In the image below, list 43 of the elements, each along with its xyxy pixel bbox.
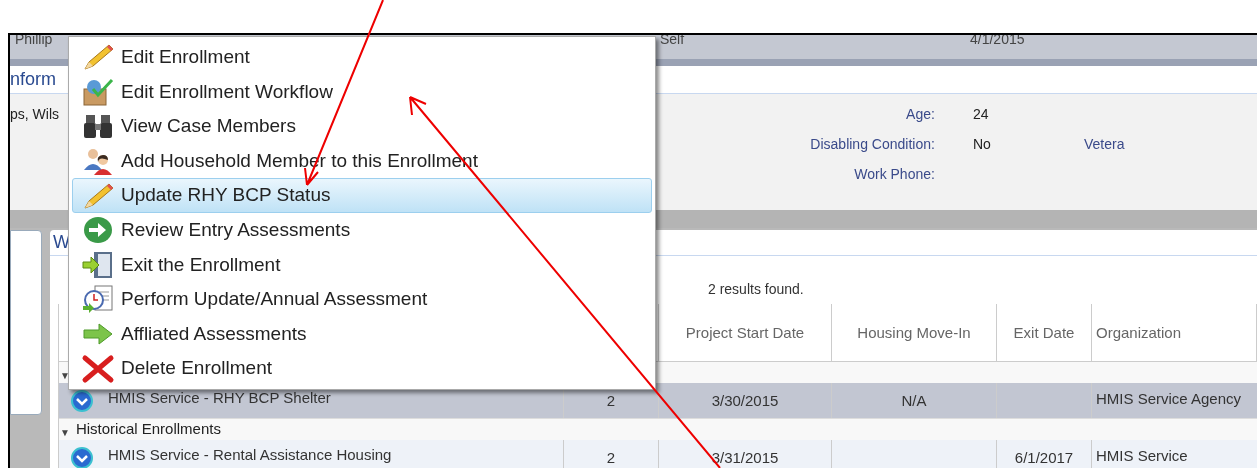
door-exit-icon — [81, 249, 115, 280]
arrow-circle-icon — [81, 215, 115, 246]
menu-item[interactable]: Perform Update/Annual Assessment — [72, 282, 652, 317]
field-value: No — [972, 134, 992, 154]
column-header[interactable]: Exit Date — [997, 304, 1092, 361]
expand-row-icon[interactable] — [69, 445, 94, 468]
clock-document-icon — [81, 284, 115, 315]
table-cell: 6/1/2017 — [997, 440, 1092, 468]
delete-icon — [81, 353, 115, 384]
menu-item[interactable]: Edit Enrollment — [72, 40, 652, 75]
table-cell-text: HMIS Service Agency — [1095, 389, 1243, 409]
table-row[interactable]: HMIS Service - Rental Assistance Housing 2 3/31/2015 6/1/2017 HMIS Service — [59, 440, 1257, 468]
field-label: Work Phone: — [853, 164, 935, 184]
column-header[interactable]: Project Start Date — [659, 304, 832, 361]
table-cell: 3/30/2015 — [659, 383, 832, 418]
box-check-icon — [81, 76, 115, 107]
field-label: Age: — [905, 104, 935, 124]
expand-row-icon[interactable] — [69, 388, 94, 413]
field-value: 24 — [972, 104, 990, 124]
client-name: ps, Wils — [10, 106, 59, 122]
collapse-triangle-icon[interactable]: ▼ — [60, 425, 70, 440]
table-cell-text: HMIS Service — [1095, 446, 1189, 466]
column-header[interactable]: Housing Move-In — [832, 304, 997, 361]
menu-item[interactable]: Update RHY BCP Status — [72, 178, 652, 213]
table-cell: 2 — [564, 440, 659, 468]
collapse-triangle-icon[interactable]: ▼ — [60, 368, 70, 383]
panel-title: nform — [10, 68, 56, 91]
results-count: 2 results found. — [708, 280, 804, 299]
field-label: Disabling Condition: — [809, 134, 935, 154]
group-label: Historical Enrollments — [75, 418, 221, 439]
menu-item[interactable]: Affliated Assessments — [72, 316, 652, 352]
column-header[interactable]: Organization — [1092, 304, 1257, 361]
menu-item[interactable]: View Case Members — [72, 109, 652, 144]
table-cell: 3/31/2015 — [659, 440, 832, 468]
table-cell: HMIS Service - Rental Assistance Housing — [104, 440, 564, 468]
field-label: Vetera — [1084, 135, 1125, 154]
table-cell: N/A — [832, 383, 997, 418]
people-icon — [81, 146, 115, 177]
menu-item[interactable]: Exit the Enrollment — [72, 247, 652, 283]
menu-item[interactable]: Review Entry Assessments — [72, 212, 652, 248]
pencil-icon — [81, 42, 115, 73]
menu-item[interactable]: Edit Enrollment Workflow — [72, 74, 652, 110]
menu-item[interactable]: Delete Enrollment — [72, 351, 652, 386]
